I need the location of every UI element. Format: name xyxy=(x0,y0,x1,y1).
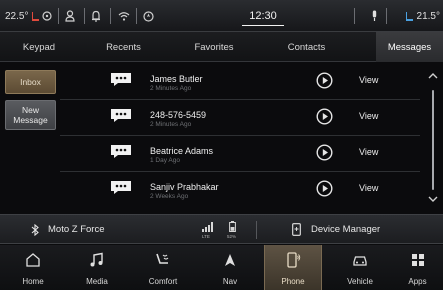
nav-vehicle[interactable]: Vehicle xyxy=(331,245,389,290)
nav-label: Apps xyxy=(408,277,427,286)
scrollbar-track[interactable] xyxy=(432,90,434,190)
sender-name: Beatrice Adams xyxy=(150,146,214,156)
view-button[interactable]: View xyxy=(359,183,378,193)
clock-underline xyxy=(242,25,284,26)
passenger-temperature[interactable]: 21.5° xyxy=(403,4,443,28)
sender-name: James Butler xyxy=(150,74,203,84)
message-time: 1 Day Ago xyxy=(150,157,180,164)
play-icon[interactable] xyxy=(316,180,333,197)
message-time: 2 Minutes Ago xyxy=(150,121,192,128)
connected-device-name[interactable]: Moto Z Force xyxy=(48,224,105,235)
tab-contacts[interactable]: Contacts xyxy=(259,32,354,62)
nav-comfort[interactable]: Comfort xyxy=(134,245,192,290)
inbox-button[interactable]: Inbox xyxy=(5,70,56,94)
message-time: 2 Weeks Ago xyxy=(150,193,189,200)
nav-label: Media xyxy=(86,277,108,286)
tab-keypad[interactable]: Keypad xyxy=(0,32,78,62)
nav-phone[interactable]: Phone xyxy=(264,245,322,290)
status-divider xyxy=(110,8,111,24)
device-manager-icon xyxy=(292,223,301,236)
device-bar: Moto Z Force LTE 52% Device Manager xyxy=(0,214,443,244)
nav-label: Home xyxy=(22,277,44,286)
status-divider xyxy=(354,8,355,24)
view-button[interactable]: View xyxy=(359,75,378,85)
status-divider xyxy=(136,8,137,24)
message-bubble-icon xyxy=(111,109,131,122)
message-row[interactable]: James Butler 2 Minutes Ago View xyxy=(60,64,420,100)
microphone-icon[interactable] xyxy=(367,4,381,28)
view-button[interactable]: View xyxy=(359,111,378,121)
play-icon[interactable] xyxy=(316,108,333,125)
device-manager-button[interactable]: Device Manager xyxy=(311,224,380,235)
signal-strength-icon xyxy=(202,222,213,232)
message-row[interactable]: Sanjiv Prabhakar 2 Weeks Ago View xyxy=(60,172,420,208)
tab-recents[interactable]: Recents xyxy=(78,32,169,62)
nav-label: Comfort xyxy=(148,277,178,286)
message-bubble-icon xyxy=(111,145,131,158)
new-message-button[interactable]: New Message xyxy=(5,100,56,130)
heated-seat-icon xyxy=(405,11,413,21)
nav-label: Nav xyxy=(222,277,238,286)
phone-tabs: Keypad Recents Favorites Contacts Messag… xyxy=(0,32,443,62)
nav-apps[interactable]: Apps xyxy=(392,245,443,290)
fan-icon xyxy=(42,11,53,21)
status-divider xyxy=(58,8,59,24)
sender-name: 248-576-5459 xyxy=(150,110,207,120)
play-icon[interactable] xyxy=(316,72,333,89)
driver-temperature[interactable]: 22.5° xyxy=(5,4,53,28)
status-divider xyxy=(84,8,85,24)
play-icon[interactable] xyxy=(316,144,333,161)
device-bar-divider xyxy=(256,221,257,239)
bluetooth-icon xyxy=(31,224,39,236)
tab-favorites[interactable]: Favorites xyxy=(169,32,259,62)
status-bar: 22.5° 12:30 21.5° xyxy=(0,0,443,32)
seat-comfort-icon xyxy=(156,253,169,264)
nav-navigation[interactable]: Nav xyxy=(201,245,259,290)
status-divider xyxy=(386,8,387,24)
bottom-nav: Home Media Comfort Nav Phone Vehicle App… xyxy=(0,245,443,290)
wifi-icon[interactable] xyxy=(116,4,132,28)
message-list: James Butler 2 Minutes Ago View 248-576-… xyxy=(60,64,420,208)
car-icon xyxy=(353,256,367,266)
phone-icon xyxy=(287,252,301,268)
nav-label: Vehicle xyxy=(347,277,373,286)
gps-compass-icon[interactable] xyxy=(140,4,156,28)
network-type: LTE xyxy=(202,234,210,239)
message-bubble-icon xyxy=(111,73,131,86)
nav-media[interactable]: Media xyxy=(68,245,126,290)
battery-icon xyxy=(229,221,236,232)
battery-level: 52% xyxy=(227,234,237,239)
message-row[interactable]: Beatrice Adams 1 Day Ago View xyxy=(60,136,420,172)
navigation-arrow-icon xyxy=(225,254,235,266)
user-profile-icon[interactable] xyxy=(62,4,78,28)
message-bubble-icon xyxy=(111,181,131,194)
driver-temperature-value: 22.5° xyxy=(5,10,29,22)
message-row[interactable]: 248-576-5459 2 Minutes Ago View xyxy=(60,100,420,136)
chevron-up-icon[interactable] xyxy=(427,72,439,80)
nav-label: Phone xyxy=(281,277,305,286)
chevron-down-icon[interactable] xyxy=(427,195,439,203)
view-button[interactable]: View xyxy=(359,147,378,157)
apps-grid-icon xyxy=(411,254,424,266)
nav-home[interactable]: Home xyxy=(4,245,62,290)
notification-bell-icon[interactable] xyxy=(88,4,104,28)
tab-messages[interactable]: Messages xyxy=(376,32,443,62)
message-time: 2 Minutes Ago xyxy=(150,85,192,92)
message-scrollbar[interactable] xyxy=(427,64,439,212)
heated-seat-icon xyxy=(32,11,40,21)
music-note-icon xyxy=(90,252,103,267)
home-icon xyxy=(26,253,40,267)
sender-name: Sanjiv Prabhakar xyxy=(150,182,219,192)
passenger-temperature-value: 21.5° xyxy=(416,10,440,22)
